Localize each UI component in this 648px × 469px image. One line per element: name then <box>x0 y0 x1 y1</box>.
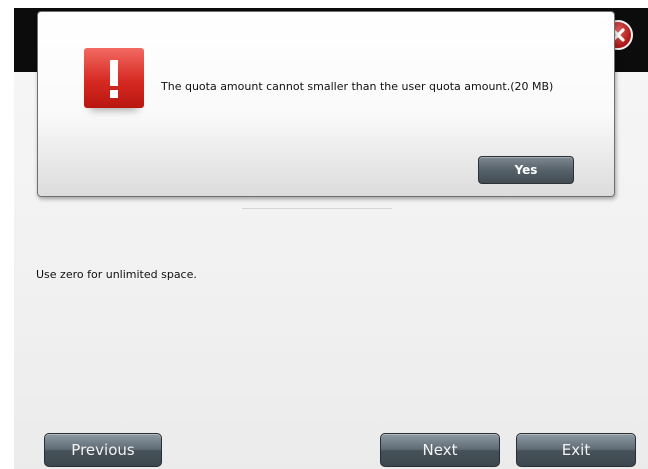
divider <box>242 208 392 209</box>
next-button[interactable]: Next <box>380 433 500 467</box>
exclamation-icon <box>84 48 144 108</box>
alert-dialog: The quota amount cannot smaller than the… <box>37 11 615 197</box>
hint-text: Use zero for unlimited space. <box>36 268 197 281</box>
previous-button[interactable]: Previous <box>44 433 162 467</box>
exit-button[interactable]: Exit <box>516 433 636 467</box>
alert-message: The quota amount cannot smaller than the… <box>161 80 554 93</box>
yes-button[interactable]: Yes <box>478 156 574 184</box>
exclamation-glyph <box>110 60 118 98</box>
